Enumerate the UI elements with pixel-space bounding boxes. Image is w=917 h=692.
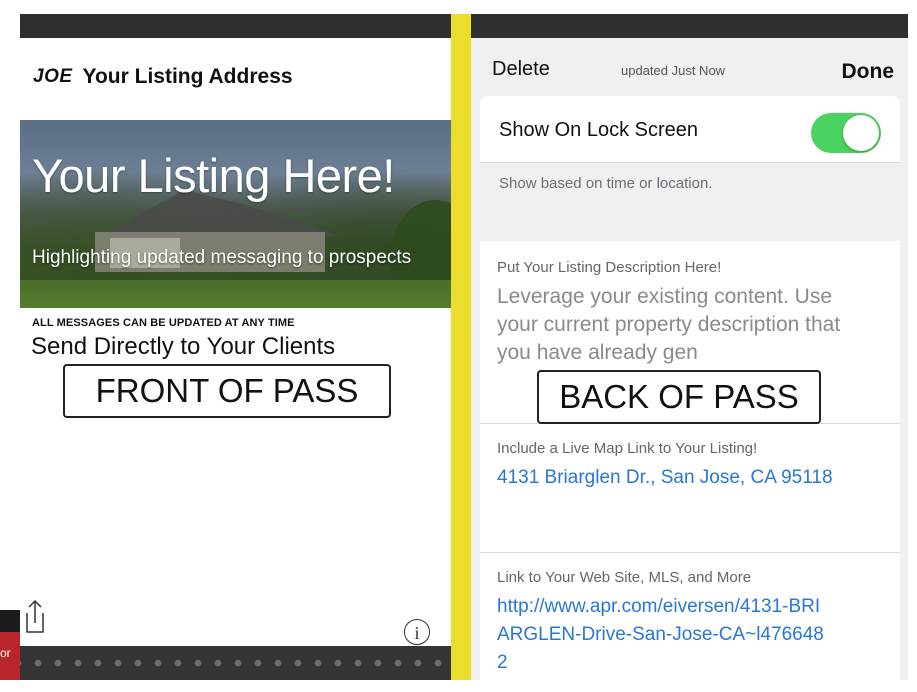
front-top-strip [20,14,451,38]
map-section: Include a Live Map Link to Your Listing!… [480,424,900,553]
map-link[interactable]: 4131 Briarglen Dr., San Jose, CA 95118 [497,464,857,492]
brand-logo: JOE [33,66,73,87]
send-line: Send Directly to Your Clients [31,333,336,360]
pass-front: JOE Your Listing Address Your Listing He… [20,14,451,680]
delete-button[interactable]: Delete [492,58,550,81]
right-edge [908,14,917,680]
web-section: Link to Your Web Site, MLS, and More htt… [480,553,900,680]
lock-hint: Show based on time or location. [499,175,713,192]
updated-status: updated Just Now [621,63,726,78]
done-button[interactable]: Done [842,60,895,84]
lock-screen-toggle[interactable] [811,113,881,153]
web-link[interactable]: http://www.apr.com/eiversen/4131-BRIARGL… [497,593,827,677]
description-body: Leverage your existing content. Use your… [497,285,841,364]
hero-subtitle: Highlighting updated messaging to prospe… [32,247,412,268]
front-of-pass-label: FRONT OF PASS [63,364,391,418]
toggle-knob [843,115,879,151]
front-bottom-strip [20,646,451,680]
description-label: Put Your Listing Description Here! [497,259,722,276]
edge-text: or [0,646,11,660]
lock-hint-section: Show based on time or location. [480,163,900,241]
info-icon[interactable]: i [404,619,430,645]
map-label: Include a Live Map Link to Your Listing! [497,440,758,457]
web-label: Link to Your Web Site, MLS, and More [497,569,752,586]
front-header: JOE Your Listing Address [33,62,293,92]
left-edge-tab: or [0,610,20,680]
lock-screen-label: Show On Lock Screen [499,119,698,141]
divider-bar [451,14,471,680]
update-note: ALL MESSAGES CAN BE UPDATED AT ANY TIME [32,317,295,329]
back-top-strip [471,14,908,38]
back-of-pass-label: BACK OF PASS [537,370,821,424]
pass-back: Delete updated Just Now Done Show On Loc… [471,14,908,680]
lock-screen-row: Show On Lock Screen [480,96,900,163]
share-icon[interactable] [24,599,46,633]
listing-address-title: Your Listing Address [82,65,293,88]
hero-title: Your Listing Here! [32,149,395,202]
